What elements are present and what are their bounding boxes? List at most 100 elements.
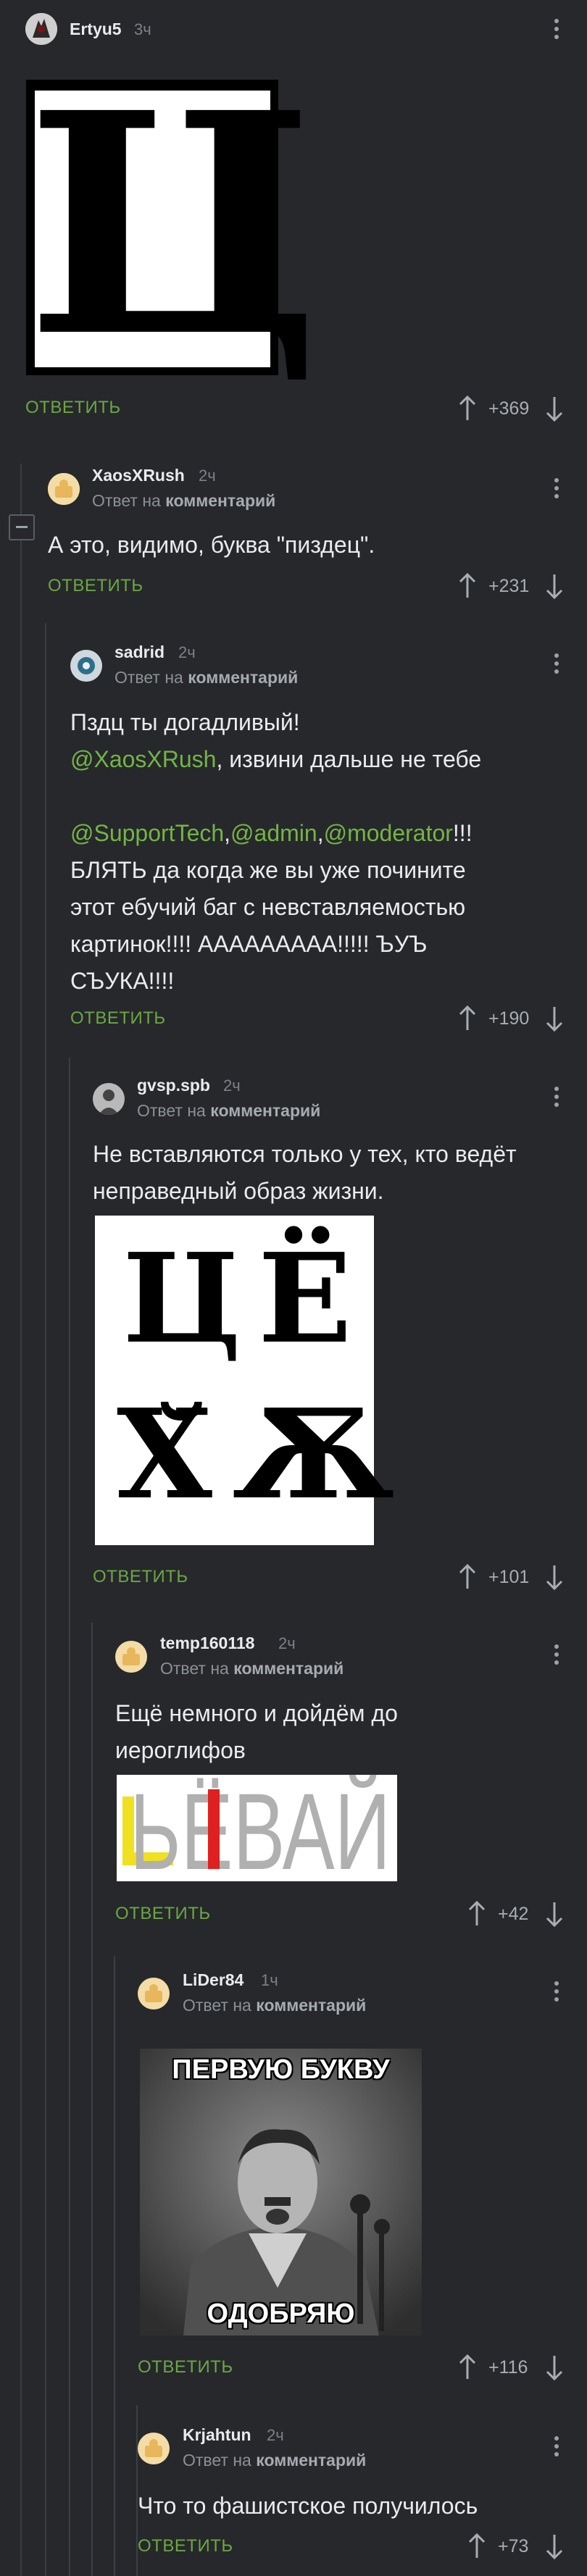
avatar[interactable] xyxy=(93,1083,125,1115)
thread-line-1[interactable] xyxy=(20,464,22,2576)
reply-button[interactable]: ОТВЕТИТЬ xyxy=(93,1567,188,1587)
meme-top-text: ПЕРВУЮ БУКВУ xyxy=(172,2054,390,2085)
upvote-arrow-icon[interactable] xyxy=(457,1004,478,1033)
more-dots-icon[interactable] xyxy=(554,653,559,682)
default-avatar-icon xyxy=(138,1978,170,2010)
downvote-arrow-icon[interactable] xyxy=(544,2532,565,2561)
user-avatar-icon xyxy=(70,650,102,682)
downvote-arrow-icon[interactable] xyxy=(544,394,565,423)
downvote-arrow-icon[interactable] xyxy=(544,1899,565,1928)
upvote-arrow-icon[interactable] xyxy=(466,1899,488,1928)
body-line: СЪУКА!!!! xyxy=(70,968,175,994)
timestamp: 2ч xyxy=(267,2426,284,2444)
upvote-arrow-icon[interactable] xyxy=(457,572,478,601)
reply-to-link[interactable]: комментарий xyxy=(233,1659,344,1678)
body-line: этот ебучий баг с невставляемостью xyxy=(70,894,466,920)
downvote-arrow-icon[interactable] xyxy=(544,1004,565,1033)
separator: , xyxy=(224,820,231,846)
reply-to-prefix: Ответ на xyxy=(183,1996,251,2015)
avatar[interactable] xyxy=(70,650,102,682)
reply-button[interactable]: ОТВЕТИТЬ xyxy=(70,1008,166,1029)
timestamp: 2ч xyxy=(223,1076,241,1095)
avatar[interactable] xyxy=(115,1641,147,1673)
reply-button[interactable]: ОТВЕТИТЬ xyxy=(25,398,121,418)
downvote-arrow-icon[interactable] xyxy=(544,572,565,601)
thread-line-2[interactable] xyxy=(45,623,46,2576)
username[interactable]: sadrid xyxy=(115,643,165,662)
image-letters-svg: ЬЁВАЙ xyxy=(122,1775,391,1881)
thread-line-3[interactable] xyxy=(69,1058,70,2576)
more-dots-icon[interactable] xyxy=(554,478,559,507)
mention-link[interactable]: @moderator xyxy=(324,820,453,846)
rating-count: +231 xyxy=(488,576,530,596)
mention-link[interactable]: @SupportTech xyxy=(70,820,224,846)
reply-to-prefix: Ответ на xyxy=(115,668,183,687)
username[interactable]: temp160118 xyxy=(160,1634,254,1653)
downvote-arrow-icon[interactable] xyxy=(544,1563,565,1592)
username[interactable]: XaosXRush xyxy=(92,466,185,485)
body-line: Ещё немного и дойдём до xyxy=(115,1700,398,1726)
reply-to-link[interactable]: комментарий xyxy=(210,1101,320,1120)
body-line: иероглифов xyxy=(115,1737,246,1763)
avatar[interactable] xyxy=(138,1978,170,2010)
comment-image[interactable]: Ц xyxy=(26,74,320,378)
body-line: БЛЯТЬ да когда же вы уже почините xyxy=(70,857,466,883)
reply-button[interactable]: ОТВЕТИТЬ xyxy=(138,2357,233,2378)
rating-count: +369 xyxy=(488,398,530,419)
downvote-arrow-icon[interactable] xyxy=(544,2353,565,2382)
username[interactable]: gvsp.spb xyxy=(137,1076,210,1095)
reply-to: Ответ на комментарий xyxy=(92,491,275,511)
upvote-arrow-icon[interactable] xyxy=(457,2353,478,2382)
reply-button[interactable]: ОТВЕТИТЬ xyxy=(48,576,143,596)
thread-line-5[interactable] xyxy=(114,1956,115,2576)
more-dots-icon[interactable] xyxy=(554,1087,559,1116)
username[interactable]: Krjahtun xyxy=(183,2425,251,2445)
body-line: неправедный образ жизни. xyxy=(93,1178,384,1204)
comment-image[interactable]: ПЕРВУЮ БУКВУ ОДОБРЯЮ xyxy=(140,2049,422,2335)
body-text-span: !!! xyxy=(452,820,472,846)
default-avatar-icon xyxy=(138,2433,170,2464)
vote-widget: +231 xyxy=(457,572,580,601)
image-letter: Х̆ xyxy=(117,1382,212,1527)
reply-to: Ответ на комментарий xyxy=(160,1659,344,1678)
more-dots-icon[interactable] xyxy=(554,2436,559,2465)
vote-widget: +101 xyxy=(457,1563,580,1592)
rating-count: +190 xyxy=(488,1008,530,1029)
username[interactable]: LiDer84 xyxy=(183,1970,243,1990)
more-dots-icon[interactable] xyxy=(554,1981,559,2010)
comment-body: Что то фашистское получилось xyxy=(138,2493,478,2519)
more-dots-icon[interactable] xyxy=(554,19,559,48)
mention-link[interactable]: @admin xyxy=(230,820,317,846)
rating-count: +101 xyxy=(488,1567,530,1587)
username[interactable]: Ertyu5 xyxy=(70,20,122,39)
comment-image[interactable]: ЬЁВАЙ xyxy=(117,1775,397,1881)
reply-to-link[interactable]: комментарий xyxy=(188,668,298,687)
reply-button[interactable]: ОТВЕТИТЬ xyxy=(138,2536,233,2556)
avatar[interactable] xyxy=(25,13,57,45)
image-letter: Ц xyxy=(26,47,320,404)
upvote-arrow-icon[interactable] xyxy=(466,2532,488,2561)
default-avatar-icon xyxy=(48,473,80,505)
thread-line-4[interactable] xyxy=(91,1623,93,2576)
collapse-thread-button[interactable] xyxy=(9,514,35,540)
timestamp: 2ч xyxy=(178,643,196,661)
reply-to-link[interactable]: комментарий xyxy=(165,491,275,510)
reply-to-link[interactable]: комментарий xyxy=(256,2451,366,2470)
body-line: картинок!!!! ААААААААА!!!!! ЪУЪ xyxy=(70,931,428,957)
comment-image[interactable]: Ц Ё Х̆ Ѫ xyxy=(95,1216,394,1545)
comment-body: Пздц ты догадливый! @XaosXRush, извини д… xyxy=(70,704,570,1000)
meme-bottom-text: ОДОБРЯЮ xyxy=(207,2299,355,2329)
upvote-arrow-icon[interactable] xyxy=(457,1563,478,1592)
mention-link[interactable]: @XaosXRush xyxy=(70,746,216,772)
vote-widget: +190 xyxy=(457,1004,580,1033)
reply-to-link[interactable]: комментарий xyxy=(256,1996,366,2015)
avatar[interactable] xyxy=(138,2433,170,2464)
meme-photo xyxy=(140,2049,422,2335)
vote-widget: +42 xyxy=(466,1899,582,1928)
more-dots-icon[interactable] xyxy=(554,1644,559,1673)
avatar[interactable] xyxy=(48,473,80,505)
rating-count: +73 xyxy=(498,2536,529,2556)
timestamp: 2ч xyxy=(278,1634,296,1652)
reply-button[interactable]: ОТВЕТИТЬ xyxy=(115,1904,211,1924)
upvote-arrow-icon[interactable] xyxy=(457,394,478,423)
